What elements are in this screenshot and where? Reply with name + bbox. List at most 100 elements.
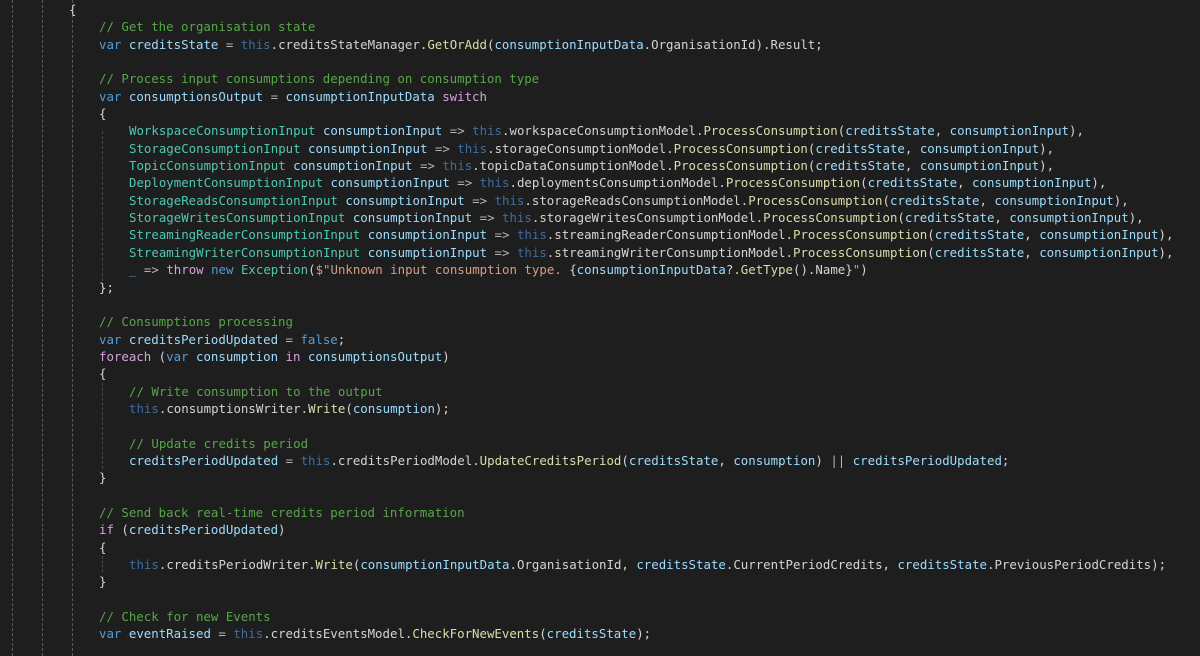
token-punct: );	[1151, 557, 1167, 572]
code-line[interactable]: StorageWritesConsumptionInput consumptio…	[0, 209, 1200, 226]
code-line[interactable]: TopicConsumptionInput consumptionInput =…	[0, 157, 1200, 174]
code-line-content: TopicConsumptionInput consumptionInput =…	[129, 157, 1054, 174]
code-line[interactable]: WorkspaceConsumptionInput consumptionInp…	[0, 122, 1200, 139]
token-prop: creditsEventsModel	[270, 626, 405, 642]
code-line-content: StorageConsumptionInput consumptionInput…	[129, 140, 1054, 157]
code-line[interactable]: // Write consumption to the output	[0, 383, 1200, 400]
code-line[interactable]: {	[0, 105, 1200, 122]
code-line[interactable]: {	[0, 1, 1200, 18]
token-punct: )	[815, 452, 823, 468]
code-line[interactable]: var eventRaised = this.creditsEventsMode…	[0, 625, 1200, 642]
code-line[interactable]	[0, 487, 1200, 504]
code-line[interactable]: {	[0, 539, 1200, 556]
code-line[interactable]: StreamingReaderConsumptionInput consumpt…	[0, 226, 1200, 243]
token-punct: ),	[1069, 123, 1084, 139]
token-prop: streamingReaderConsumptionModel	[554, 227, 786, 243]
code-line[interactable]: this.creditsPeriodWriter.Write(consumpti…	[0, 556, 1200, 573]
code-line[interactable]: // Send back real-time credits period in…	[0, 504, 1200, 521]
code-line[interactable]: _ => throw new Exception($"Unknown input…	[0, 261, 1200, 278]
code-line[interactable]	[0, 417, 1200, 434]
code-line[interactable]: // Get the organisation state	[0, 18, 1200, 35]
token-punct: ),	[1158, 227, 1174, 243]
token-prop: storageConsumptionModel	[494, 140, 667, 156]
token-op: =	[278, 331, 301, 347]
token-punct: ),	[1039, 140, 1055, 156]
token-punct: ),	[1113, 192, 1129, 208]
token-var: creditsState	[636, 557, 726, 572]
code-line-content: StreamingWriterConsumptionInput consumpt…	[129, 244, 1173, 261]
token-punct: .	[509, 175, 517, 191]
token-punct: ,	[882, 557, 898, 572]
token-op: =	[263, 88, 286, 104]
code-lines[interactable]: {// Get the organisation state var credit…	[0, 1, 1200, 643]
code-line[interactable]: {	[0, 365, 1200, 382]
token-var: creditsState	[897, 557, 987, 572]
code-line[interactable]: if (creditsPeriodUpdated)	[0, 521, 1200, 538]
token-plain: (	[151, 348, 167, 364]
token-keyword: var	[99, 36, 122, 52]
code-line-content: // Check for new Events	[99, 608, 271, 625]
token-this: this	[457, 140, 488, 156]
token-punct: (	[539, 626, 547, 642]
token-punct: ;	[815, 36, 823, 52]
token-op: =>	[487, 227, 517, 243]
code-line[interactable]: foreach (var consumption in consumptions…	[0, 348, 1200, 365]
token-op: =>	[449, 175, 480, 191]
token-punct: ),	[1091, 175, 1107, 191]
token-punct: )	[278, 522, 286, 538]
token-punct: (	[345, 400, 353, 416]
token-var: consumptionInputData	[360, 557, 510, 572]
token-method: CheckForNewEvents	[412, 626, 540, 642]
token-punct: );	[636, 626, 652, 642]
token-punct: .	[330, 452, 338, 468]
code-line[interactable]: var creditsState = this.creditsStateMana…	[0, 36, 1200, 53]
code-line[interactable]: var consumptionsOutput = consumptionInpu…	[0, 88, 1200, 105]
token-comment: // Update credits period	[129, 435, 309, 451]
code-line[interactable]: // Check for new Events	[0, 608, 1200, 625]
code-line[interactable]: StorageReadsConsumptionInput consumption…	[0, 192, 1200, 209]
token-var: consumption	[733, 452, 816, 468]
token-punct: .	[718, 175, 726, 191]
token-punct: }	[99, 470, 107, 486]
token-var: consumptionInput	[345, 192, 465, 208]
code-line[interactable]	[0, 591, 1200, 608]
token-var: consumption	[196, 348, 279, 364]
token-method: Write	[315, 557, 353, 572]
code-line[interactable]: StreamingWriterConsumptionInput consumpt…	[0, 244, 1200, 261]
token-var: consumptionInput	[1009, 210, 1129, 226]
token-punct: ,	[1024, 244, 1040, 260]
code-line[interactable]	[0, 53, 1200, 70]
token-method: GetOrAdd	[427, 36, 487, 52]
code-line[interactable]: // Consumptions processing	[0, 313, 1200, 330]
code-line[interactable]: // Process input consumptions depending …	[0, 70, 1200, 87]
token-op: =	[210, 626, 234, 642]
code-line[interactable]: DeploymentConsumptionInput consumptionIn…	[0, 174, 1200, 191]
code-line[interactable]: }	[0, 469, 1200, 486]
code-line[interactable]: this.consumptionsWriter.Write(consumptio…	[0, 400, 1200, 417]
code-line[interactable]: creditsPeriodUpdated = this.creditsPerio…	[0, 452, 1200, 469]
token-type: WorkspaceConsumptionInput	[129, 123, 316, 139]
token-this: this	[442, 158, 473, 174]
code-line[interactable]: StorageConsumptionInput consumptionInput…	[0, 140, 1200, 157]
code-line[interactable]: }	[0, 573, 1200, 590]
code-line-content: WorkspaceConsumptionInput consumptionInp…	[129, 122, 1084, 139]
token-punct: (	[882, 192, 890, 208]
code-line[interactable]: // Update credits period	[0, 435, 1200, 452]
code-line[interactable]	[0, 296, 1200, 313]
token-var: consumptionInputData	[285, 88, 435, 104]
code-line[interactable]: };	[0, 279, 1200, 296]
token-var: creditsPeriodUpdated	[128, 522, 279, 538]
code-line-content: {	[99, 105, 106, 122]
token-punct: {	[99, 366, 107, 382]
token-control: switch	[442, 88, 487, 104]
token-method: ProcessConsumption	[748, 192, 883, 208]
code-line-content: // Update credits period	[129, 435, 308, 452]
code-line-content: var consumptionsOutput = consumptionInpu…	[99, 88, 487, 105]
code-editor[interactable]: {// Get the organisation state var credit…	[0, 0, 1200, 656]
code-line[interactable]: var creditsPeriodUpdated = false;	[0, 331, 1200, 348]
token-var: consumptionInput	[919, 140, 1040, 156]
token-this: this	[516, 227, 547, 243]
